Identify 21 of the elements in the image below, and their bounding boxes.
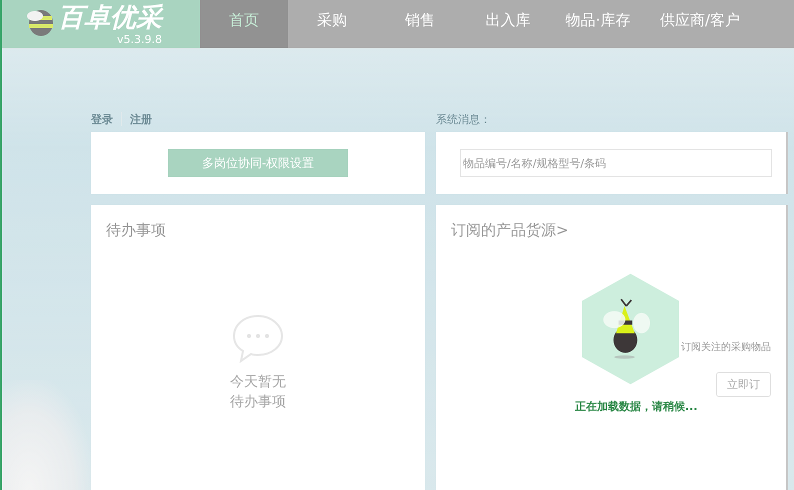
nav-tab[interactable]: 采购	[288, 0, 376, 48]
nav-tab[interactable]: 出入库	[464, 0, 552, 48]
search-field[interactable]: 物品编号/名称/规格型号/条码	[460, 149, 772, 177]
account-link[interactable]: 注册	[130, 112, 152, 126]
account-link[interactable]: 登录	[91, 112, 113, 126]
subscription-hint: 订阅关注的采购物品	[681, 340, 771, 354]
panel-title: 待办事项	[106, 221, 167, 240]
nav-tab[interactable]: 供应商/客户	[644, 0, 756, 48]
panel-title: 订阅的产品货源>	[451, 221, 570, 240]
empty-message: 今天暂无	[230, 373, 286, 392]
empty-message: 待办事项	[230, 393, 286, 412]
subscribe-button[interactable]: 立即订	[716, 372, 771, 397]
version-label: v5.3.9.8	[117, 32, 162, 46]
permission-settings-button[interactable]: 多岗位协同-权限设置	[168, 149, 348, 177]
loading-message: 正在加载数据，请稍候...	[575, 399, 699, 414]
nav-tab[interactable]: 首页	[200, 0, 288, 48]
nav-tab[interactable]: 销售	[376, 0, 464, 48]
nav-tab[interactable]: 物品·库存	[552, 0, 644, 48]
chat-bubble-icon	[232, 314, 284, 364]
app-name: 百卓优采	[58, 2, 162, 32]
system-message-label: 系统消息：	[436, 112, 491, 126]
